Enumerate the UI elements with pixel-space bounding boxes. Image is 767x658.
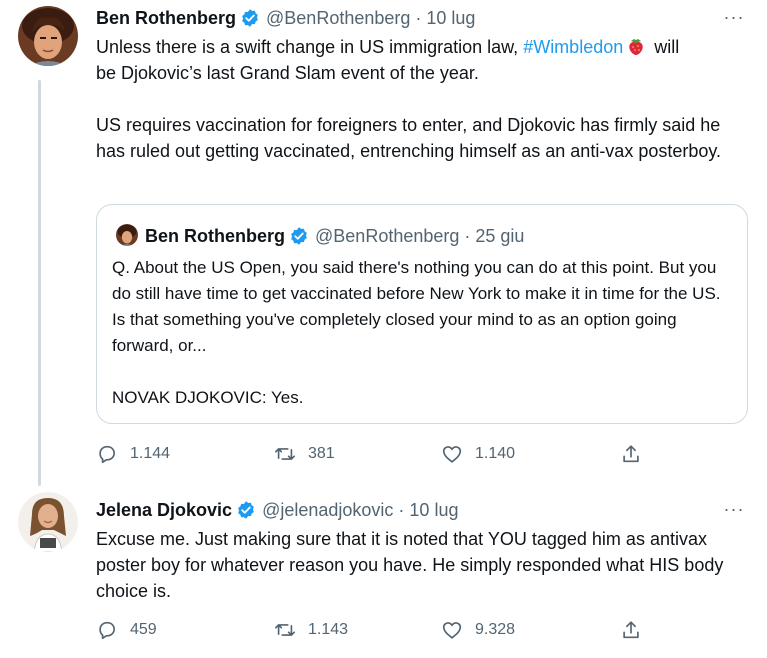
retweet-icon xyxy=(275,448,295,460)
retweet-button[interactable]: 381 xyxy=(274,440,335,468)
verified-badge-icon xyxy=(240,8,260,28)
quoted-author-avatar xyxy=(116,224,138,246)
quoted-author-name: Ben Rothenberg xyxy=(145,225,286,246)
quoted-tweet-timestamp: 25 giu xyxy=(475,225,525,246)
tweet-timestamp[interactable]: 10 lug xyxy=(409,500,458,521)
reply-button[interactable]: 1.144 xyxy=(96,440,170,468)
more-icon[interactable]: ··· xyxy=(719,500,749,526)
quoted-tweet-paragraph: Q. About the US Open, you said there's n… xyxy=(112,258,721,355)
tweet-text-paragraph: US requires vaccination for foreigners t… xyxy=(96,115,722,161)
quoted-tweet[interactable]: Ben Rothenberg @BenRothenberg · 25 giu Q… xyxy=(96,204,748,424)
tweet-text-segment: will xyxy=(649,37,680,57)
retweet-count: 1.143 xyxy=(308,621,349,638)
retweet-icon xyxy=(275,624,295,636)
tweet-text: Excuse me. Just making sure that it is n… xyxy=(96,529,724,601)
reply-icon xyxy=(99,621,115,640)
author-handle[interactable]: @BenRothenberg xyxy=(266,8,410,29)
verified-badge-icon xyxy=(289,226,309,246)
thread-line xyxy=(38,80,41,486)
tweet[interactable]: Jelena Djokovic @jelenadjokovic · 10 lug… xyxy=(0,486,767,658)
author-avatar[interactable] xyxy=(18,492,78,552)
like-button[interactable]: 1.140 xyxy=(441,440,515,468)
like-button[interactable]: 9.328 xyxy=(441,616,515,644)
tweet-header: Jelena Djokovic @jelenadjokovic · 10 lug xyxy=(96,498,458,522)
author-avatar[interactable] xyxy=(18,6,78,66)
tweet-text-line-1: Unless there is a swift change in US imm… xyxy=(96,34,746,60)
more-icon[interactable]: ··· xyxy=(719,8,749,34)
tweet-header: Ben Rothenberg @BenRothenberg · 10 lug xyxy=(96,6,475,30)
tweet-actions: 1.144 381 1.140 xyxy=(96,440,656,468)
reply-button[interactable]: 459 xyxy=(96,616,157,644)
separator-dot: · xyxy=(398,499,405,520)
separator-dot: · xyxy=(415,7,422,28)
reply-count: 459 xyxy=(130,621,157,638)
share-icon xyxy=(623,621,639,639)
reply-icon xyxy=(99,445,115,464)
share-icon xyxy=(623,445,639,463)
quoted-author-handle: @BenRothenberg xyxy=(315,225,460,246)
reply-count: 1.144 xyxy=(130,445,171,462)
retweet-count: 381 xyxy=(308,445,335,462)
retweet-button[interactable]: 1.143 xyxy=(274,616,348,644)
tweet-text-segment: Unless there is a swift change in US imm… xyxy=(96,37,524,57)
strawberry-emoji-icon xyxy=(626,36,646,56)
quoted-tweet-text: Q. About the US Open, you said there's n… xyxy=(112,255,732,411)
tweet[interactable]: Ben Rothenberg @BenRothenberg · 10 lug ·… xyxy=(0,0,767,486)
author-name[interactable]: Ben Rothenberg xyxy=(96,8,236,29)
author-name[interactable]: Jelena Djokovic xyxy=(96,500,232,521)
tweet-text: Unless there is a swift change in US imm… xyxy=(96,34,746,164)
like-icon xyxy=(442,446,462,463)
like-count: 1.140 xyxy=(475,445,516,462)
tweet-text-line-2: be Djokovic’s last Grand Slam event of t… xyxy=(96,63,479,83)
like-icon xyxy=(442,622,462,639)
tweet-actions: 459 1.143 9.328 xyxy=(96,616,656,644)
share-button[interactable] xyxy=(620,440,642,468)
hashtag-link[interactable]: #Wimbledon xyxy=(523,37,623,57)
quoted-tweet-header: Ben Rothenberg @BenRothenberg · 25 giu xyxy=(145,224,524,248)
share-button[interactable] xyxy=(620,616,642,644)
quoted-tweet-paragraph: NOVAK DJOKOVIC: Yes. xyxy=(112,388,304,407)
verified-badge-icon xyxy=(236,500,256,520)
author-handle[interactable]: @jelenadjokovic xyxy=(262,500,393,521)
tweet-timestamp[interactable]: 10 lug xyxy=(426,8,475,29)
separator-dot: · xyxy=(464,225,471,246)
like-count: 9.328 xyxy=(475,621,516,638)
